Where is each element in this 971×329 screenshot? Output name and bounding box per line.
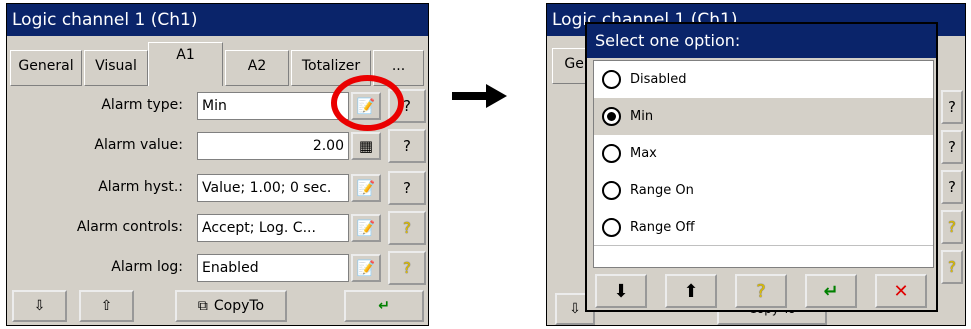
option-max[interactable]: Max (594, 135, 933, 172)
help-icon: ? (948, 138, 956, 156)
radio-selected-icon (602, 107, 621, 126)
alarm-value-row: Alarm value: 2.00 ▦ ? (7, 128, 428, 163)
help-icon: ? (403, 259, 411, 277)
option-label: Range Off (630, 220, 695, 235)
bottom-toolbar: ⇩ ⇧ ⧉ CopyTo ↵ (7, 287, 428, 325)
dialog-help-button[interactable]: ? (735, 274, 787, 308)
select-option-dialog: Select one option: Disabled Min Max Rang… (585, 22, 938, 312)
option-label: Disabled (630, 72, 687, 87)
tab-visual[interactable]: Visual (84, 50, 148, 86)
alarm-value-field[interactable]: 2.00 (197, 132, 349, 160)
alarm-controls-field[interactable]: Accept; Log. C... (197, 214, 349, 242)
arrow-down-icon: ⬇ (613, 280, 629, 302)
alarm-controls-row: Alarm controls: Accept; Log. C... 📝 ? (7, 210, 428, 245)
alarm-hyst-edit-button[interactable]: 📝 (351, 174, 381, 202)
tab-a1[interactable]: A1 (148, 42, 223, 86)
option-disabled[interactable]: Disabled (594, 61, 933, 98)
help-icon: ? (948, 98, 956, 116)
copy-to-button[interactable]: ⧉ CopyTo (175, 290, 287, 322)
option-list: Disabled Min Max Range On Range Off (593, 60, 934, 268)
option-min[interactable]: Min (594, 98, 933, 135)
copy-icon: ⧉ (197, 298, 208, 314)
alarm-log-row: Alarm log: Enabled 📝 ? (7, 250, 428, 285)
help-icon: ? (948, 218, 956, 236)
option-label: Range On (630, 183, 694, 198)
arrow-down-icon: ⇩ (569, 301, 581, 317)
alarm-hyst-row: Alarm hyst.: Value; 1.00; 0 sec. 📝 ? (7, 170, 428, 205)
help-icon: ? (403, 219, 411, 237)
option-range-on[interactable]: Range On (594, 172, 933, 209)
help-icon: ? (403, 137, 411, 155)
tab-general[interactable]: General (10, 50, 82, 86)
help-button-bg-3[interactable]: ? (941, 170, 963, 204)
alarm-controls-edit-button[interactable]: 📝 (351, 214, 381, 242)
dialog-title: Select one option: (587, 24, 936, 58)
alarm-value-calculator-button[interactable]: ▦ (351, 132, 381, 160)
alarm-log-help-button[interactable]: ? (388, 251, 426, 285)
help-icon: ? (403, 97, 411, 115)
help-icon: ? (403, 179, 411, 197)
enter-icon: ↵ (378, 298, 390, 314)
option-label: Min (630, 109, 654, 124)
dialog-down-button[interactable]: ⬇ (595, 274, 647, 308)
edit-icon: 📝 (356, 219, 376, 237)
left-window: Logic channel 1 (Ch1) General Visual A1 … (6, 3, 429, 326)
radio-icon (602, 144, 621, 163)
window-title: Logic channel 1 (Ch1) (7, 4, 428, 36)
help-button-bg-1[interactable]: ? (941, 90, 963, 124)
dialog-cancel-button[interactable]: ✕ (875, 274, 927, 308)
close-icon: ✕ (893, 280, 909, 302)
highlight-circle (331, 75, 404, 131)
edit-icon: 📝 (356, 259, 376, 277)
help-icon: ? (948, 258, 956, 276)
radio-icon (602, 181, 621, 200)
dialog-ok-button[interactable]: ↵ (805, 274, 857, 308)
arrow-right-icon (452, 84, 507, 108)
help-button-bg-4[interactable]: ? (941, 210, 963, 244)
radio-icon (602, 218, 621, 237)
arrow-up-icon: ⇧ (100, 298, 113, 314)
alarm-hyst-help-button[interactable]: ? (388, 171, 426, 205)
help-icon: ? (948, 178, 956, 196)
calculator-icon: ▦ (358, 137, 374, 155)
edit-icon: 📝 (356, 179, 376, 197)
alarm-controls-help-button[interactable]: ? (388, 211, 426, 245)
alarm-hyst-field[interactable]: Value; 1.00; 0 sec. (197, 174, 349, 202)
alarm-type-label: Alarm type: (101, 97, 183, 113)
dialog-up-button[interactable]: ⬆ (665, 274, 717, 308)
scroll-up-button[interactable]: ⇧ (79, 290, 134, 322)
tab-a2[interactable]: A2 (225, 50, 289, 86)
enter-button[interactable]: ↵ (344, 290, 424, 322)
copy-to-label: CopyTo (213, 298, 265, 314)
alarm-log-label: Alarm log: (111, 259, 183, 275)
option-label: Max (630, 146, 657, 161)
radio-icon (602, 70, 621, 89)
enter-icon: ↵ (823, 280, 839, 302)
alarm-log-field[interactable]: Enabled (197, 254, 349, 282)
help-button-bg-2[interactable]: ? (941, 130, 963, 164)
help-button-bg-5[interactable]: ? (941, 250, 963, 284)
arrow-up-icon: ⬆ (683, 280, 699, 302)
alarm-value-label: Alarm value: (94, 137, 183, 153)
option-range-off[interactable]: Range Off (594, 209, 933, 246)
help-icon: ? (756, 280, 766, 302)
scroll-down-button[interactable]: ⇩ (12, 290, 67, 322)
arrow-down-icon: ⇩ (33, 298, 46, 314)
alarm-type-field[interactable]: Min (197, 92, 349, 120)
alarm-log-edit-button[interactable]: 📝 (351, 254, 381, 282)
alarm-value-help-button[interactable]: ? (388, 129, 426, 163)
alarm-controls-label: Alarm controls: (76, 219, 183, 235)
alarm-hyst-label: Alarm hyst.: (98, 179, 183, 195)
